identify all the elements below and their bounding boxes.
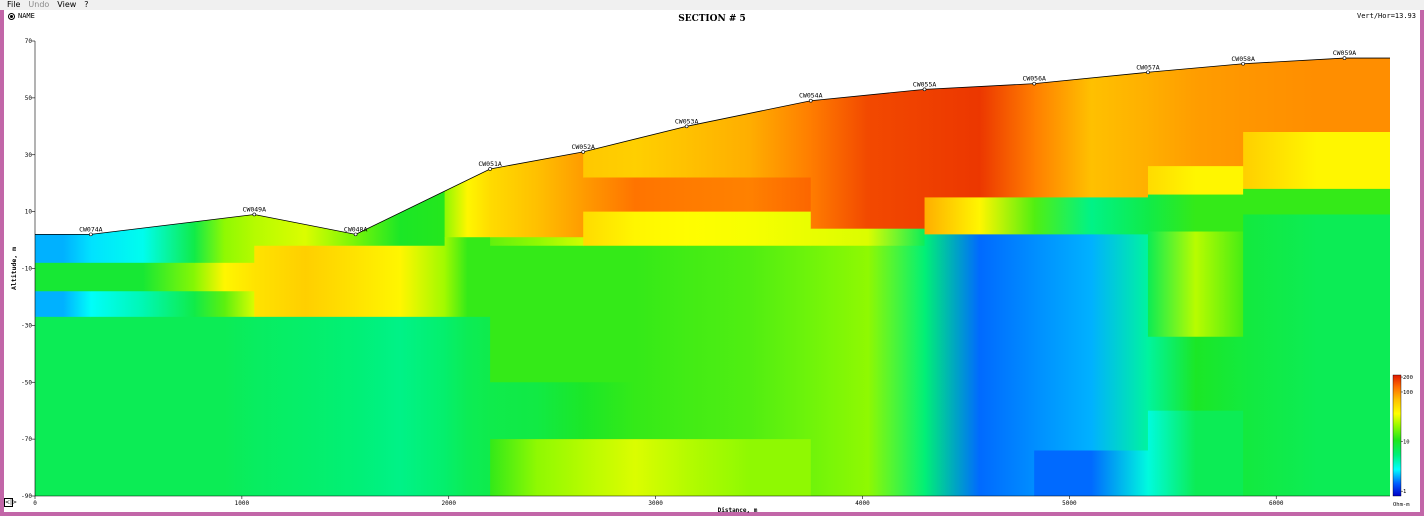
resistivity-cell <box>1147 231 1244 338</box>
resistivity-cell <box>1034 58 1149 198</box>
resistivity-cell <box>490 245 584 383</box>
y-axis-label: Altitude, m <box>10 247 18 290</box>
resistivity-cell <box>810 245 926 496</box>
resistivity-cell <box>35 316 92 496</box>
resistivity-cell <box>35 291 92 318</box>
x-tick-label: 0 <box>33 500 37 507</box>
x-axis-label: Distance, m <box>718 507 758 514</box>
resistivity-cell <box>583 211 688 247</box>
resistivity-cell <box>194 58 255 264</box>
resistivity-cell <box>194 262 255 292</box>
y-tick-label: -50 <box>21 379 32 386</box>
y-tick-label: 30 <box>25 152 33 159</box>
resistivity-cell <box>444 316 491 496</box>
resistivity-cell <box>355 58 446 247</box>
resistivity-cell <box>810 58 926 230</box>
resistivity-cell <box>90 58 195 264</box>
resistivity-cell <box>90 291 195 318</box>
resistivity-cell <box>355 245 446 318</box>
resistivity-cell <box>686 177 812 213</box>
station-label: CW057A <box>1136 63 1160 71</box>
station-label: CW048A <box>344 225 368 233</box>
scroll-nav-button[interactable]: <|> <box>4 498 17 507</box>
colorbar <box>1392 374 1402 497</box>
y-tick-label: 10 <box>25 209 33 216</box>
resistivity-cell <box>490 382 584 440</box>
resistivity-cell <box>1034 450 1149 496</box>
station-label: CW058A <box>1231 55 1255 63</box>
resistivity-cell <box>686 211 812 247</box>
resistivity-cell <box>194 316 255 496</box>
y-tick-label: -70 <box>21 436 32 443</box>
resistivity-cell <box>35 262 92 292</box>
station-label: CW053A <box>675 117 699 125</box>
resistivity-cell <box>355 316 446 496</box>
resistivity-cell <box>490 439 584 496</box>
resistivity-cell <box>583 177 688 213</box>
resistivity-cell <box>583 439 688 496</box>
resistivity-cell <box>810 228 926 247</box>
station-label: CW051A <box>478 160 502 168</box>
colorbar-tick-label: 10 <box>1403 440 1410 446</box>
resistivity-cell <box>924 234 1035 496</box>
resistivity-cell <box>583 382 688 440</box>
resistivity-cell <box>254 316 357 496</box>
station-label: CW059A <box>1333 49 1357 57</box>
x-tick-label: 1000 <box>235 500 250 507</box>
resistivity-cell <box>444 58 491 238</box>
resistivity-cell <box>1147 166 1244 196</box>
resistivity-cell <box>583 245 688 383</box>
resistivity-cell <box>1243 214 1390 496</box>
resistivity-cell <box>924 58 1035 198</box>
resistivity-cell <box>254 58 357 247</box>
x-tick-label: 3000 <box>648 500 663 507</box>
x-tick-label: 2000 <box>442 500 457 507</box>
station-label: CW074A <box>79 225 103 233</box>
resistivity-cell <box>1034 234 1149 451</box>
resistivity-cell <box>254 245 357 318</box>
resistivity-cell <box>90 262 195 292</box>
y-tick-label: 70 <box>25 38 33 45</box>
station-label: CW054A <box>799 92 823 100</box>
resistivity-cell <box>490 58 584 238</box>
resistivity-cell <box>1147 336 1244 412</box>
station-label: CW055A <box>913 80 937 88</box>
resistivity-cell <box>490 237 584 247</box>
resistivity-cell <box>1243 188 1390 215</box>
colorbar-tick-label: 100 <box>1403 390 1413 396</box>
y-tick-label: -30 <box>21 322 32 329</box>
x-tick-label: 6000 <box>1269 500 1284 507</box>
x-tick-label: 4000 <box>855 500 870 507</box>
resistivity-cell <box>1147 410 1244 496</box>
resistivity-cell <box>1147 194 1244 233</box>
resistivity-cell <box>1243 132 1390 190</box>
y-tick-label: -10 <box>21 266 32 273</box>
station-label: CW049A <box>243 205 267 213</box>
resistivity-cell <box>686 439 812 496</box>
resistivity-cell <box>1147 58 1244 167</box>
x-tick-label: 5000 <box>1062 500 1077 507</box>
resistivity-cell <box>1034 197 1149 235</box>
y-tick-label: -90 <box>21 493 32 500</box>
station-label: CW056A <box>1022 75 1046 83</box>
resistivity-section <box>35 58 1390 496</box>
resistivity-cell <box>686 245 812 440</box>
resistivity-cell <box>444 237 491 318</box>
resistivity-cell <box>1243 58 1390 133</box>
resistivity-cell <box>686 58 812 178</box>
colorbar-tick-label: 200 <box>1403 375 1413 381</box>
resistivity-cell <box>194 291 255 318</box>
section-chart: CW074A CW049A CW048A CW051A CW052A CW053A CW05… <box>10 38 1413 514</box>
station-label: CW052A <box>571 143 595 151</box>
resistivity-cell <box>90 316 195 496</box>
colorbar-tick-label: 1 <box>1403 489 1406 495</box>
resistivity-cell <box>583 58 688 178</box>
colorbar-unit-label: Ohm-m <box>1393 502 1410 508</box>
resistivity-cell <box>924 197 1035 235</box>
y-tick-label: 50 <box>25 95 33 102</box>
